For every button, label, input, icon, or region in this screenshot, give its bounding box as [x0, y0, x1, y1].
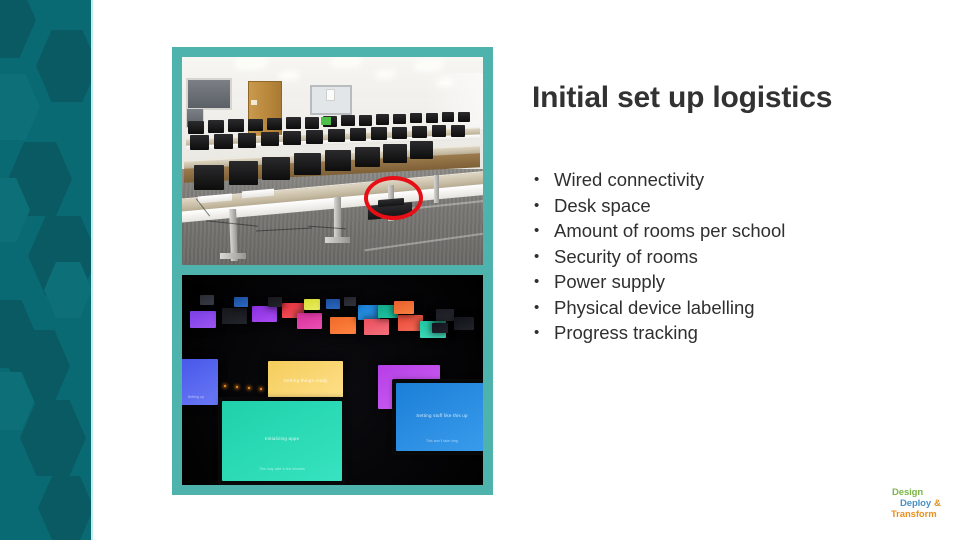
device-screens-photo: Setting up Getting things ready Setting … [182, 275, 483, 485]
bullet-marker-icon: • [534, 171, 540, 188]
list-item-label: Desk space [554, 194, 651, 216]
teal-setup-screen: Initializing apps This may take a few mi… [222, 401, 342, 481]
logo-line-deploy: Deploy [900, 498, 932, 509]
list-item: • Physical device labelling [534, 296, 864, 318]
list-item-label: Physical device labelling [554, 296, 755, 318]
bullet-marker-icon: • [534, 222, 540, 240]
slide-canvas: Setting up Getting things ready Setting … [0, 0, 960, 540]
list-item: • Amount of rooms per school [534, 221, 864, 241]
red-highlight-annotation [364, 176, 423, 220]
decorative-sidebar [0, 0, 93, 540]
sidebar-edge-highlight [91, 0, 93, 540]
blue-screen-subcaption: This won't take long [425, 438, 459, 443]
bullet-list: • Wired connectivity • Desk space • Amou… [534, 169, 864, 349]
list-item-label: Amount of rooms per school [554, 220, 786, 242]
list-item-label: Power supply [554, 271, 666, 293]
teal-screen-subcaption: This may take a few minutes [259, 467, 305, 472]
logo-line-design: Design [892, 487, 924, 498]
list-item: • Power supply [534, 272, 864, 292]
list-item-label: Wired connectivity [554, 169, 705, 190]
list-item-label: Security of rooms [554, 245, 698, 267]
list-item-label: Progress tracking [554, 322, 698, 344]
list-item: • Security of rooms [534, 245, 864, 267]
bullet-marker-icon: • [534, 247, 540, 265]
list-item: • Wired connectivity [534, 169, 864, 190]
logo-line-transform: Transform [891, 509, 937, 520]
photo-frame: Setting up Getting things ready Setting … [172, 47, 493, 495]
yellow-screen-caption: Getting things ready [283, 378, 328, 383]
logo-ampersand: & [934, 498, 941, 509]
classroom-photo [182, 57, 483, 265]
teal-screen-caption: Initializing apps [264, 436, 300, 441]
design-deploy-transform-logo: Design Deploy & Transform [888, 487, 954, 529]
bullet-marker-icon: • [534, 273, 540, 291]
yellow-setup-screen: Getting things ready [268, 361, 343, 401]
blue-screen-caption: Setting stuff like this up [416, 412, 468, 418]
bullet-marker-icon: • [534, 324, 540, 342]
list-item: • Desk space [534, 194, 864, 216]
page-title: Initial set up logistics [532, 81, 833, 114]
bullet-marker-icon: • [534, 196, 540, 214]
bullet-marker-icon: • [534, 298, 540, 316]
list-item: • Progress tracking [534, 323, 864, 343]
blue-setup-screen: Setting stuff like this up This won't ta… [396, 383, 483, 451]
